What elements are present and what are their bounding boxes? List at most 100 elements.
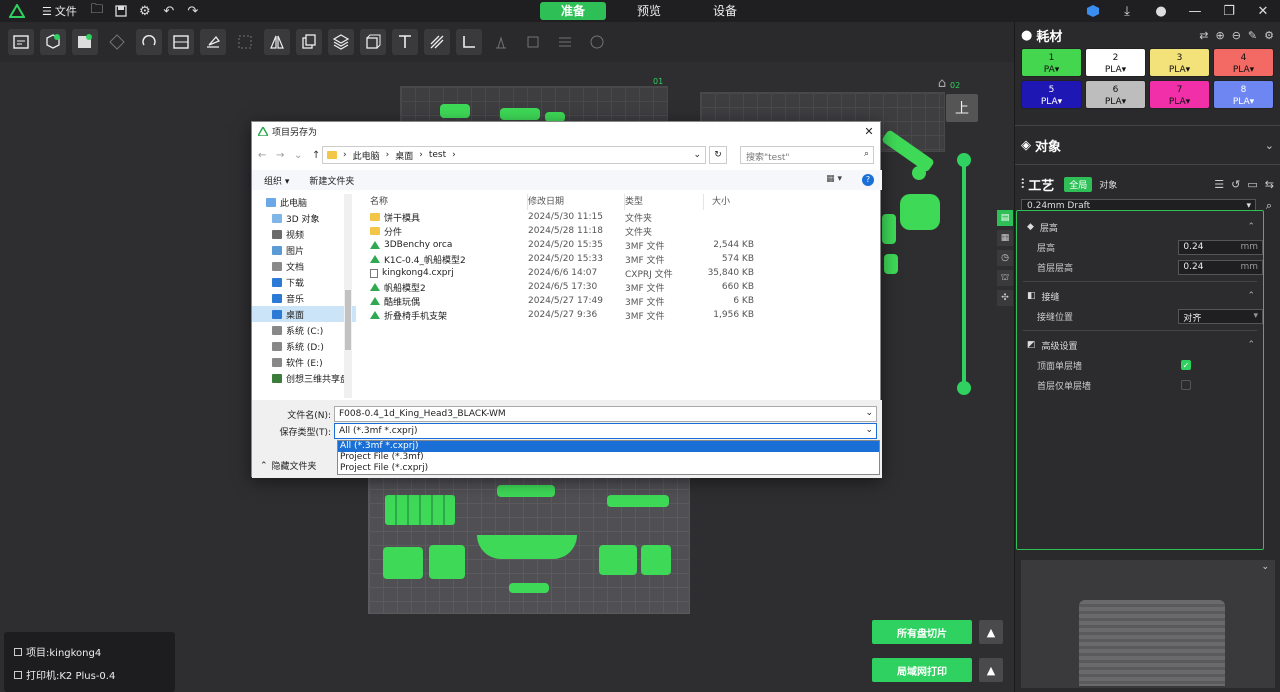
navigation-scrollbar[interactable] xyxy=(344,194,352,398)
support-tab-icon[interactable]: ⛫ xyxy=(997,270,1013,286)
search-input[interactable]: 搜索"test" ⌕ xyxy=(740,146,874,164)
nav-item[interactable]: 创想三维共享盘 xyxy=(252,370,356,386)
help-icon[interactable]: ? xyxy=(862,174,874,186)
nav-item[interactable]: 文档 xyxy=(252,258,356,274)
add-filament-icon[interactable]: ⊕ xyxy=(1215,29,1224,42)
column-type[interactable]: 类型 xyxy=(625,194,704,210)
model-part[interactable] xyxy=(607,495,669,507)
forward-arrow-icon[interactable]: → xyxy=(276,150,288,161)
nav-item[interactable]: 视频 xyxy=(252,226,356,242)
list-icon[interactable]: ☰ xyxy=(1214,178,1224,191)
arrange-icon[interactable] xyxy=(104,29,130,55)
file-row[interactable]: 3DBenchy orca 2024/5/20 15:35 3MF 文件 2,544 … xyxy=(356,238,882,252)
file-menu[interactable]: ☰ 文件 xyxy=(34,3,85,19)
filament-slot[interactable]: 7 PLA▾ xyxy=(1149,80,1210,109)
add-plate-icon[interactable] xyxy=(72,29,98,55)
model-part[interactable] xyxy=(429,545,465,579)
seam-position-select[interactable]: 对齐 ▾ xyxy=(1178,308,1263,324)
strength-tab-icon[interactable]: ▦ xyxy=(997,230,1013,246)
tab-prepare[interactable]: 准备 xyxy=(540,2,606,20)
objects-header[interactable]: ◈ 对象 ⌄ xyxy=(1015,132,1280,158)
nav-item[interactable]: 软件 (E:) xyxy=(252,354,356,370)
filament-slot[interactable]: 6 PLA▾ xyxy=(1085,80,1146,109)
scale-icon[interactable] xyxy=(232,29,258,55)
filament-slot[interactable]: 2 PLA▾ xyxy=(1085,48,1146,77)
back-arrow-icon[interactable]: ← xyxy=(258,150,270,161)
breadcrumb-desktop[interactable]: 桌面 xyxy=(395,149,413,162)
filament-type[interactable]: PLA▾ xyxy=(1150,64,1209,76)
filetype-option[interactable]: All (*.3mf *.cxprj) xyxy=(338,441,879,452)
filament-slot[interactable]: 3 PLA▾ xyxy=(1149,48,1210,77)
minimize-icon[interactable]: — xyxy=(1178,0,1212,22)
open-folder-icon[interactable]: 🗀 xyxy=(85,0,109,22)
paint-icon[interactable] xyxy=(424,29,450,55)
chevron-down-icon[interactable]: ⌄ xyxy=(865,408,873,418)
filetype-option[interactable]: Project File (*.3mf) xyxy=(338,452,879,463)
filetype-select[interactable]: All (*.3mf *.cxprj) ⌄ xyxy=(334,423,877,439)
tab-preview[interactable]: 预览 xyxy=(616,2,682,20)
hollow-icon[interactable] xyxy=(360,29,386,55)
model-part[interactable] xyxy=(440,104,470,118)
view-cube-top[interactable]: 上 xyxy=(946,94,978,122)
filament-type[interactable]: PLA▾ xyxy=(1086,64,1145,76)
group-advanced[interactable]: ◩ 高级设置 ⌃ xyxy=(1017,335,1263,355)
compare-icon[interactable]: ⇆ xyxy=(1265,178,1274,191)
measure-icon[interactable] xyxy=(456,29,482,55)
filament-slot[interactable]: 5 PLA▾ xyxy=(1021,80,1082,109)
copy-icon[interactable] xyxy=(296,29,322,55)
text-icon[interactable] xyxy=(392,29,418,55)
orient-icon[interactable] xyxy=(136,29,162,55)
variable-layer-icon[interactable] xyxy=(552,29,578,55)
user-icon[interactable]: ● xyxy=(1144,0,1178,22)
file-row[interactable]: kingkong4.cxprj 2024/6/6 14:07 CXPRJ 文件 35,… xyxy=(356,266,882,280)
first-single-wall-checkbox[interactable] xyxy=(1181,380,1191,390)
model-part[interactable] xyxy=(599,545,637,575)
close-icon[interactable]: ✕ xyxy=(1246,0,1280,22)
support-paint-icon[interactable] xyxy=(488,29,514,55)
nav-item[interactable]: 下载 xyxy=(252,274,356,290)
seam-paint-icon[interactable] xyxy=(520,29,546,55)
model-part[interactable] xyxy=(912,166,926,180)
settings-gear-icon[interactable]: ⚙ xyxy=(133,0,157,22)
model-part[interactable] xyxy=(477,535,577,559)
color-paint-icon[interactable] xyxy=(584,29,610,55)
tab-object[interactable]: 对象 xyxy=(1094,177,1122,192)
layer-slider-top-handle[interactable] xyxy=(957,153,971,167)
build-plate-3[interactable] xyxy=(368,474,690,614)
file-row[interactable]: 折叠椅手机支架 2024/5/27 9:36 3MF 文件 1,956 KB xyxy=(356,308,882,322)
nav-item[interactable]: 此电脑 xyxy=(252,194,356,210)
save-preset-icon[interactable]: ▭ xyxy=(1247,178,1257,191)
file-row[interactable]: K1C-0.4_帆船模型2 2024/5/20 15:33 3MF 文件 574 KB xyxy=(356,252,882,266)
lay-on-face-icon[interactable] xyxy=(200,29,226,55)
layer-slider-bottom-handle[interactable] xyxy=(957,381,971,395)
filename-input[interactable]: F008-0.4_1d_King_Head3_BLACK-WM ⌄ xyxy=(334,406,877,422)
nav-item[interactable]: 系统 (C:) xyxy=(252,322,356,338)
remove-filament-icon[interactable]: ⊖ xyxy=(1232,29,1241,42)
save-icon[interactable] xyxy=(109,0,133,22)
column-name[interactable]: 名称 xyxy=(356,194,528,210)
file-row[interactable]: 酷维玩偶 2024/5/27 17:49 3MF 文件 6 KB xyxy=(356,294,882,308)
nav-item[interactable]: 音乐 xyxy=(252,290,356,306)
tab-device[interactable]: 设备 xyxy=(692,2,758,20)
filament-type[interactable]: PLA▾ xyxy=(1150,96,1209,108)
filament-slot[interactable]: 8 PLA▾ xyxy=(1213,80,1274,109)
filament-type[interactable]: PLA▾ xyxy=(1214,64,1273,76)
plate-settings-icon[interactable] xyxy=(8,29,34,55)
filament-slot[interactable]: 1 PA▾ xyxy=(1021,48,1082,77)
model-part[interactable] xyxy=(641,545,671,575)
printer-row[interactable]: 打印机:K2 Plus-0.4 xyxy=(14,667,165,682)
model-part[interactable] xyxy=(497,485,555,497)
model-part[interactable] xyxy=(500,108,540,120)
print-expand-button[interactable]: ▲ xyxy=(979,658,1003,682)
file-row[interactable]: 帆船模型2 2024/6/5 17:30 3MF 文件 660 KB xyxy=(356,280,882,294)
slice-expand-button[interactable]: ▲ xyxy=(979,620,1003,644)
undo-icon[interactable]: ↶ xyxy=(157,0,181,22)
scroll-thumb[interactable] xyxy=(345,290,351,350)
chevron-down-icon[interactable]: ⌄ xyxy=(865,425,873,435)
app-logo-icon[interactable] xyxy=(0,0,34,22)
filament-settings-icon[interactable]: ⚙ xyxy=(1264,29,1274,42)
refresh-button[interactable]: ↻ xyxy=(709,146,727,164)
filament-slot[interactable]: 4 PLA▾ xyxy=(1213,48,1274,77)
nav-item[interactable]: 桌面 xyxy=(252,306,356,322)
model-part[interactable] xyxy=(383,547,423,579)
